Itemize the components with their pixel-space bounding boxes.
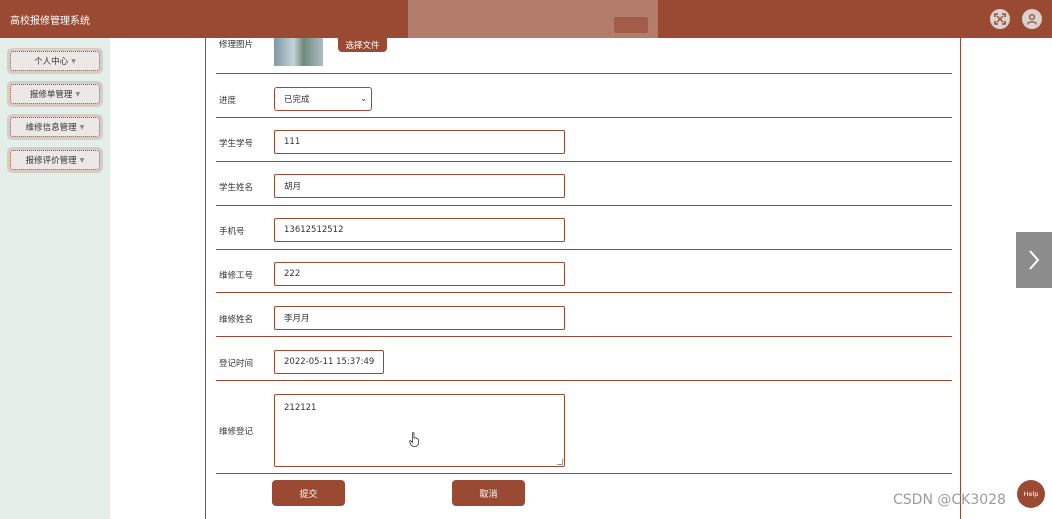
student-id-label: 学生学号 <box>219 139 254 149</box>
worker-id-input[interactable]: 222 <box>274 262 565 286</box>
mouse-cursor-icon <box>409 432 419 447</box>
divider <box>216 473 952 474</box>
sidebar-item-personal-center[interactable]: 个人中心 ▼ <box>7 48 103 74</box>
next-slide-button[interactable] <box>1016 232 1052 288</box>
user-menu-button[interactable] <box>1022 9 1042 29</box>
phone-input[interactable]: 13612512512 <box>274 218 565 242</box>
image-label: 修理图片 <box>219 40 254 50</box>
sidebar-item-repair-orders[interactable]: 报修单管理 ▼ <box>7 81 103 107</box>
progress-select[interactable]: 已完成 ⌄ <box>274 87 372 111</box>
help-float-button[interactable]: Help <box>1017 480 1045 508</box>
submit-button[interactable]: 提交 <box>272 480 345 506</box>
fullscreen-button[interactable] <box>990 9 1010 29</box>
sidebar-item-repair-info[interactable]: 维修信息管理 ▼ <box>7 114 103 140</box>
chevron-down-icon: ⌄ <box>360 94 367 103</box>
caret-down-icon: ▼ <box>79 156 85 164</box>
caret-down-icon: ▼ <box>79 123 85 131</box>
sidebar-item-label: 报修单管理 <box>29 90 73 100</box>
app-title: 高校报修管理系统 <box>10 16 90 27</box>
student-name-input[interactable]: 胡月 <box>274 174 565 198</box>
user-icon <box>1026 13 1038 25</box>
caret-down-icon: ▼ <box>75 90 81 98</box>
resize-handle[interactable] <box>557 459 563 465</box>
cancel-button[interactable]: 取消 <box>452 480 525 506</box>
divider <box>216 336 952 337</box>
register-time-input[interactable]: 2022-05-11 15:37:49 <box>274 350 384 374</box>
worker-name-label: 维修姓名 <box>219 315 254 325</box>
divider <box>216 161 952 162</box>
divider <box>216 292 952 293</box>
student-name-label: 学生姓名 <box>219 183 254 193</box>
sidebar-item-label: 维修信息管理 <box>25 123 77 133</box>
sidebar-item-label: 个人中心 <box>34 57 69 67</box>
watermark: CSDN @CK3028 <box>893 492 1006 508</box>
overlay-confirm-button[interactable] <box>613 16 649 34</box>
expand-icon <box>994 13 1006 25</box>
register-time-label: 登记时间 <box>219 359 254 369</box>
repair-record-label: 维修登记 <box>219 427 254 437</box>
divider <box>216 73 952 74</box>
worker-id-label: 维修工号 <box>219 271 254 281</box>
choose-file-button[interactable]: 选择文件 <box>338 38 387 52</box>
repair-image-thumbnail <box>274 38 323 66</box>
sidebar-item-repair-reviews[interactable]: 报修评价管理 ▼ <box>7 147 103 173</box>
progress-selected-value: 已完成 <box>284 95 310 105</box>
divider <box>216 117 952 118</box>
sidebar: 个人中心 ▼ 报修单管理 ▼ 维修信息管理 ▼ 报修评价管理 ▼ <box>0 38 110 519</box>
top-bar: 高校报修管理系统 <box>0 0 1052 44</box>
repair-edit-form: 修理图片 选择文件 进度 已完成 ⌄ 学生学号 111 学生姓名 胡月 手机号 … <box>205 38 961 519</box>
caret-down-icon: ▼ <box>71 57 76 65</box>
progress-label: 进度 <box>219 96 237 106</box>
phone-label: 手机号 <box>219 227 245 237</box>
chevron-right-icon <box>1029 250 1040 270</box>
repair-record-textarea[interactable]: 212121 <box>274 394 565 467</box>
divider <box>216 205 952 206</box>
divider <box>216 249 952 250</box>
student-id-input[interactable]: 111 <box>274 130 565 154</box>
sidebar-item-label: 报修评价管理 <box>25 156 77 166</box>
divider <box>216 380 952 381</box>
repair-record-value: 212121 <box>284 403 317 413</box>
worker-name-input[interactable]: 李月月 <box>274 306 565 330</box>
